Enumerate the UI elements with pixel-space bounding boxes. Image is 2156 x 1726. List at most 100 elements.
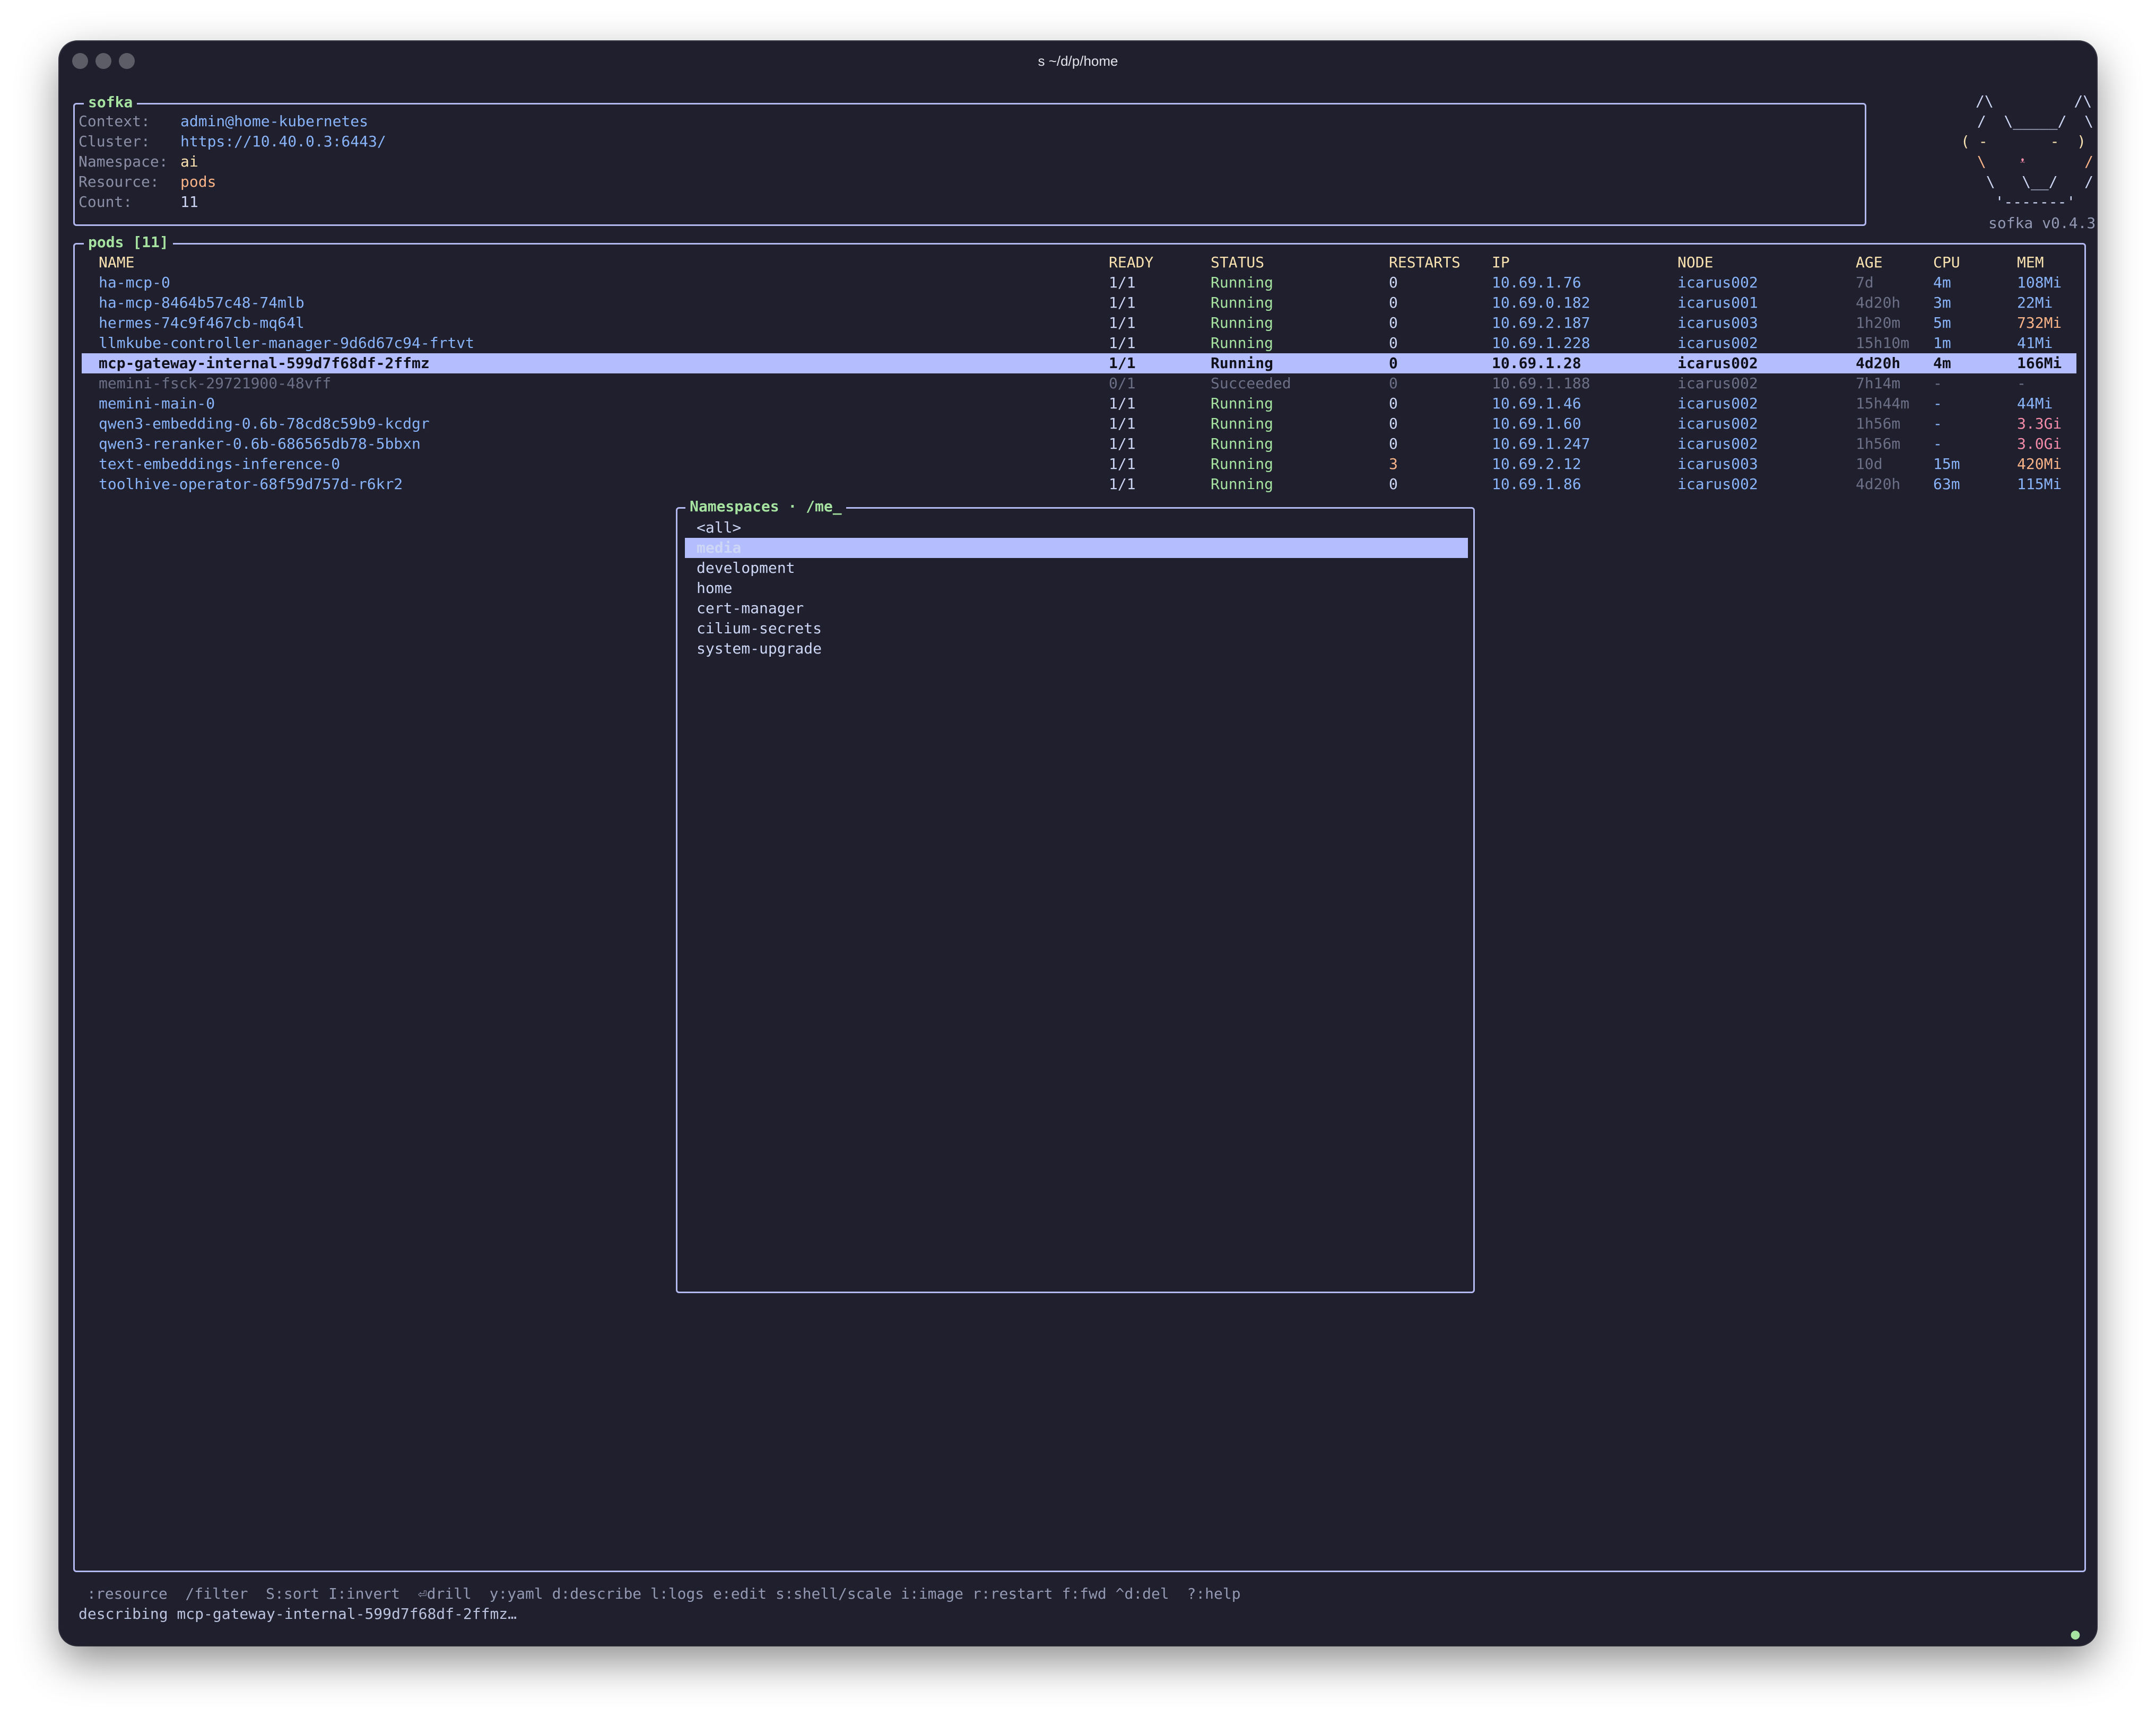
cell-cpu: -	[1933, 395, 1942, 412]
cell-restarts: 0	[1389, 334, 1398, 352]
cell-status: Running	[1211, 274, 1274, 291]
cell-name: hermes-74c9f467cb-mq64l	[99, 314, 305, 332]
table-row[interactable]: memini-main-0 1/1 Running 0 10.69.1.46 icarus…	[82, 394, 2076, 414]
col-restarts-header[interactable]: RESTARTS	[1389, 252, 1460, 273]
table-row[interactable]: ha-mcp-8464b57c48-74mlb 1/1 Running 0 10.69.…	[82, 293, 2076, 313]
cell-mem: 44Mi	[2017, 395, 2053, 412]
table-row[interactable]: qwen3-reranker-0.6b-686565db78-5bbxn 1/1 R…	[82, 434, 2076, 454]
namespace-option[interactable]: home	[685, 578, 1468, 598]
cell-age: 4d20h	[1856, 354, 1901, 372]
col-ip-header[interactable]: IP	[1492, 252, 1510, 273]
cell-mem: 166Mi	[2017, 354, 2062, 372]
resource-label: Resource:	[79, 173, 159, 190]
namespace-option-label: media	[697, 539, 742, 556]
namespace-option-label: cert-manager	[697, 599, 804, 617]
cell-node: icarus003	[1677, 314, 1758, 332]
cell-restarts: 0	[1389, 475, 1398, 493]
namespace-option[interactable]: media	[685, 538, 1468, 558]
cell-restarts: 0	[1389, 354, 1398, 372]
cell-age: 4d20h	[1856, 294, 1901, 311]
cell-name: qwen3-embedding-0.6b-78cd8c59b9-kcdgr	[99, 415, 430, 432]
live-indicator: ● live	[2035, 1604, 2097, 1645]
cell-ready: 1/1	[1109, 274, 1136, 291]
cell-ip: 10.69.1.76	[1492, 274, 1581, 291]
cell-node: icarus002	[1677, 415, 1758, 432]
cell-name: ha-mcp-8464b57c48-74mlb	[99, 294, 305, 311]
cell-name: mcp-gateway-internal-599d7f68df-2ffmz	[99, 354, 430, 372]
cell-cpu: 63m	[1933, 475, 1960, 493]
cell-ip: 10.69.1.228	[1492, 334, 1590, 352]
version-label: sofka v0.4.3	[1988, 214, 2096, 232]
cell-restarts: 0	[1389, 274, 1398, 291]
cell-restarts: 0	[1389, 294, 1398, 311]
table-row[interactable]: hermes-74c9f467cb-mq64l 1/1 Running 0 10.69.…	[82, 313, 2076, 333]
namespace-label: Namespace:	[79, 153, 168, 170]
cell-ready: 0/1	[1109, 374, 1136, 392]
cell-ready: 1/1	[1109, 435, 1136, 452]
table-header: NAME READY STATUS RESTARTS IP NODE AGE C…	[82, 252, 2076, 273]
table-row[interactable]: text-embeddings-inference-0 1/1 Running 3 10…	[82, 454, 2076, 474]
namespace-option[interactable]: cert-manager	[685, 598, 1468, 618]
namespace-list: <all> media development home cert-manager cil…	[677, 518, 1473, 719]
cell-name: llmkube-controller-manager-9d6d67c94-frt…	[99, 334, 475, 352]
namespace-picker-title: Namespaces · /me_	[685, 496, 846, 517]
col-name-header[interactable]: NAME	[99, 252, 134, 273]
table-row[interactable]: llmkube-controller-manager-9d6d67c94-frt…	[82, 333, 2076, 353]
cell-name: memini-main-0	[99, 395, 215, 412]
window-title: s ~/d/p/home	[1038, 53, 1118, 69]
cell-name: qwen3-reranker-0.6b-686565db78-5bbxn	[99, 435, 421, 452]
namespace-option-label: <all>	[697, 519, 742, 536]
col-ready-header[interactable]: READY	[1109, 252, 1153, 273]
namespace-value: ai	[180, 153, 198, 170]
cell-node: icarus002	[1677, 354, 1758, 372]
cell-mem: -	[2017, 374, 2026, 392]
cell-restarts: 0	[1389, 395, 1398, 412]
cell-name: toolhive-operator-68f59d757d-r6kr2	[99, 475, 403, 493]
namespace-option[interactable]: cilium-secrets	[685, 618, 1468, 639]
cell-node: icarus002	[1677, 435, 1758, 452]
table-row[interactable]: toolhive-operator-68f59d757d-r6kr2 1/1 Run…	[82, 474, 2076, 494]
col-node-header[interactable]: NODE	[1677, 252, 1713, 273]
table-row[interactable]: ha-mcp-0 1/1 Running 0 10.69.1.76 icarus002 7d…	[82, 273, 2076, 293]
cell-restarts: 0	[1389, 435, 1398, 452]
cell-ready: 1/1	[1109, 395, 1136, 412]
cell-ready: 1/1	[1109, 475, 1136, 493]
table-row[interactable]: mcp-gateway-internal-599d7f68df-2ffmz 1/1…	[82, 353, 2076, 373]
count-label: Count:	[79, 193, 133, 211]
table-row[interactable]: memini-fsck-29721900-48vff 0/1 Succeeded 0 1…	[82, 373, 2076, 394]
cell-name: ha-mcp-0	[99, 274, 170, 291]
cell-mem: 115Mi	[2017, 475, 2062, 493]
cell-age: 1h20m	[1856, 314, 1901, 332]
cell-age: 15h44m	[1856, 395, 1910, 412]
cell-node: icarus001	[1677, 294, 1758, 311]
cell-cpu: -	[1933, 374, 1942, 392]
cell-status: Running	[1211, 294, 1274, 311]
table-row[interactable]: qwen3-embedding-0.6b-78cd8c59b9-kcdgr 1/1…	[82, 414, 2076, 434]
cell-ip: 10.69.1.60	[1492, 415, 1581, 432]
keybinding-hints: :resource /filter S:sort I:invert ⏎drill…	[87, 1585, 1241, 1602]
namespace-option[interactable]: <all>	[685, 518, 1468, 538]
cell-age: 10d	[1856, 455, 1883, 473]
cell-status: Running	[1211, 314, 1274, 332]
namespace-option[interactable]: system-upgrade	[685, 639, 1468, 659]
cell-age: 1h56m	[1856, 435, 1901, 452]
col-mem-header[interactable]: MEM	[2017, 252, 2044, 273]
cell-node: icarus003	[1677, 455, 1758, 473]
cell-name: memini-fsck-29721900-48vff	[99, 374, 332, 392]
status-message: describing mcp-gateway-internal-599d7f68…	[79, 1605, 517, 1623]
col-status-header[interactable]: STATUS	[1211, 252, 1264, 273]
cell-mem: 3.3Gi	[2017, 415, 2062, 432]
cell-ip: 10.69.0.182	[1492, 294, 1590, 311]
resource-value: pods	[180, 173, 216, 190]
cell-ip: 10.69.1.46	[1492, 395, 1581, 412]
logo-nose: ᵜ	[2020, 153, 2025, 170]
cell-restarts: 0	[1389, 374, 1398, 392]
cluster-label: Cluster:	[79, 133, 150, 150]
cell-cpu: 4m	[1933, 354, 1951, 372]
col-cpu-header[interactable]: CPU	[1933, 252, 1960, 273]
cell-status: Running	[1211, 334, 1274, 352]
namespace-option[interactable]: development	[685, 558, 1468, 578]
cell-age: 15h10m	[1856, 334, 1910, 352]
cell-age: 7d	[1856, 274, 1874, 291]
col-age-header[interactable]: AGE	[1856, 252, 1883, 273]
